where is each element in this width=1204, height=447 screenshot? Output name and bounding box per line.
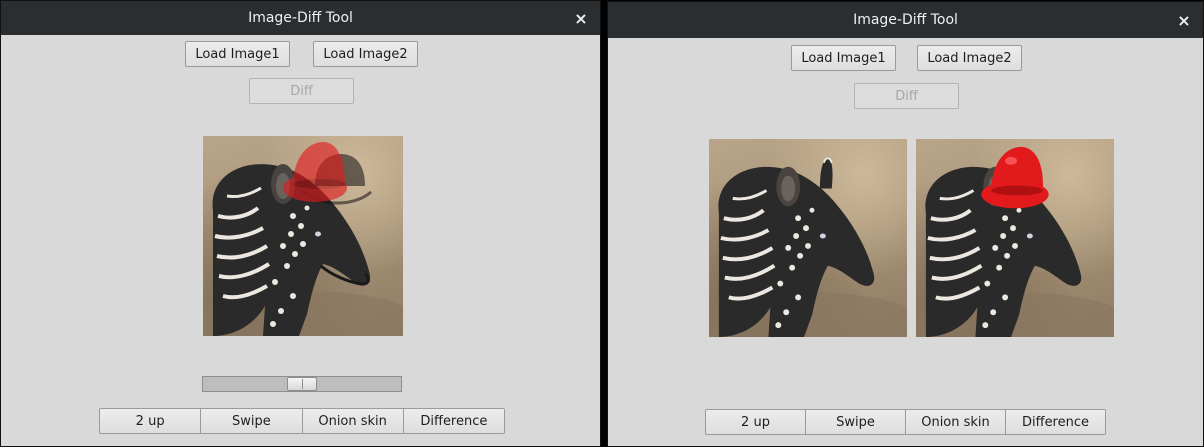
slider-handle[interactable]	[287, 377, 317, 391]
close-icon[interactable]: ×	[1177, 11, 1191, 30]
tab-2-up[interactable]: 2 up	[100, 409, 202, 433]
load-image1-button[interactable]: Load Image1	[791, 45, 896, 71]
tab-swipe[interactable]: Swipe	[201, 409, 303, 433]
window-title: Image-Diff Tool	[248, 10, 353, 26]
close-icon[interactable]: ×	[574, 9, 588, 28]
diff-button[interactable]: Diff	[249, 78, 354, 104]
tab-onion-skin[interactable]: Onion skin	[302, 409, 404, 433]
tab-2-up[interactable]: 2 up	[706, 410, 806, 434]
view-mode-tabs: 2 up Swipe Onion skin Difference	[99, 408, 505, 434]
title-bar: Image-Diff Tool ×	[1, 1, 600, 35]
tapir-with-hat-image	[916, 146, 1114, 337]
tab-swipe[interactable]: Swipe	[806, 410, 906, 434]
load-image2-button[interactable]: Load Image2	[917, 45, 1022, 71]
image1-preview	[709, 139, 907, 337]
load-image2-button[interactable]: Load Image2	[313, 41, 418, 67]
image-diff-window-right: Image-Diff Tool × Load Image1 Load Image…	[607, 1, 1204, 447]
tab-difference[interactable]: Difference	[403, 409, 504, 433]
tapir-onion-overlay	[203, 142, 403, 336]
diff-button[interactable]: Diff	[854, 83, 959, 109]
tapir-image	[709, 157, 907, 337]
load-image1-button[interactable]: Load Image1	[185, 41, 290, 67]
tab-onion-skin[interactable]: Onion skin	[906, 410, 1006, 434]
tab-difference[interactable]: Difference	[1006, 410, 1105, 434]
view-mode-tabs: 2 up Swipe Onion skin Difference	[705, 409, 1106, 435]
opacity-slider[interactable]	[202, 376, 402, 392]
title-bar: Image-Diff Tool ×	[608, 2, 1203, 38]
image2-preview	[916, 139, 1114, 337]
window-title: Image-Diff Tool	[853, 12, 958, 28]
image-diff-window-left: Image-Diff Tool × Load Image1 Load Image…	[0, 0, 601, 447]
onion-skin-image	[203, 136, 403, 336]
